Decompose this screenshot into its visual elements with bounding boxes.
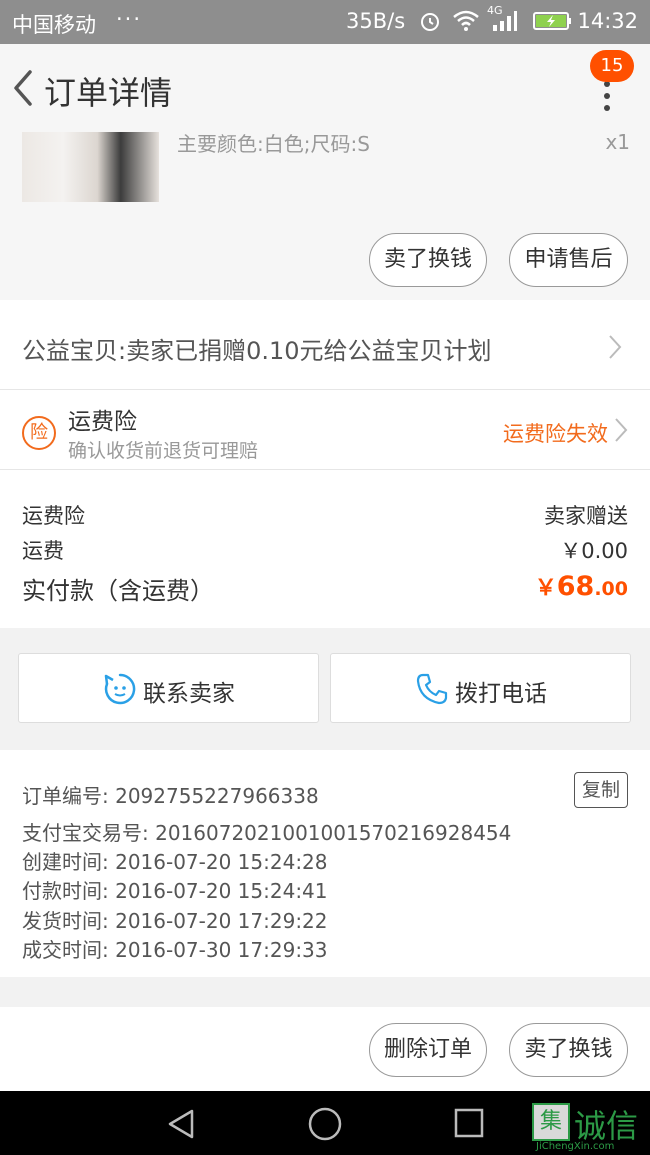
chevron-right-icon bbox=[615, 418, 628, 442]
wifi-icon bbox=[453, 10, 479, 31]
page-title: 订单详情 bbox=[44, 74, 173, 112]
product-sku: 主要颜色:白色;尺码:S bbox=[177, 132, 370, 156]
order-info: 订单编号: 2092755227966338 复制 支付宝交易号: 201607… bbox=[0, 750, 650, 977]
nav-recents-icon[interactable] bbox=[453, 1107, 485, 1139]
product-item[interactable]: 主要颜色:白色;尺码:S x1 卖了换钱 申请售后 bbox=[0, 130, 650, 300]
fee-value-insurance: 卖家赠送 bbox=[544, 504, 628, 528]
contact-seller-button[interactable]: 联系卖家 bbox=[18, 653, 319, 723]
copy-button[interactable]: 复制 bbox=[574, 772, 628, 808]
alarm-icon bbox=[421, 13, 439, 31]
total-amount: ￥68.00 bbox=[535, 570, 628, 602]
total-decimal: .00 bbox=[594, 578, 628, 600]
bottom-action-bar: 删除订单 卖了换钱 bbox=[0, 1007, 650, 1091]
insurance-icon: 险 bbox=[22, 416, 56, 450]
contact-seller-label: 联系卖家 bbox=[143, 681, 235, 707]
after-sale-button[interactable]: 申请售后 bbox=[509, 233, 628, 287]
created-time: 创建时间: 2016-07-20 15:24:28 bbox=[22, 850, 328, 874]
completed-time: 成交时间: 2016-07-30 17:29:33 bbox=[22, 938, 328, 962]
fee-value-shipping: ￥0.00 bbox=[560, 539, 628, 563]
total-currency: ￥ bbox=[534, 576, 557, 601]
insurance-title: 运费险 bbox=[68, 409, 137, 435]
clock: 14:32 bbox=[577, 9, 638, 33]
fee-summary: 运费险 卖家赠送 运费 ￥0.00 实付款（含运费） ￥68.00 bbox=[0, 470, 650, 628]
contact-area: 联系卖家 拨打电话 bbox=[0, 643, 650, 735]
total-integer: 68 bbox=[556, 571, 595, 602]
watermark-logo: 集 bbox=[532, 1103, 570, 1141]
alipay-trade-number: 支付宝交易号: 2016072021001001570216928454 bbox=[22, 821, 512, 845]
call-button[interactable]: 拨打电话 bbox=[330, 653, 631, 723]
fee-label-shipping: 运费 bbox=[22, 539, 64, 563]
watermark-url: JiChengXin.com bbox=[536, 1141, 615, 1152]
more-vertical-icon[interactable] bbox=[590, 76, 624, 116]
insurance-subtitle: 确认收货前退货可理赔 bbox=[68, 440, 259, 462]
watermark: 集 诚信 JiChengXin.com bbox=[532, 1103, 648, 1153]
chat-face-icon bbox=[104, 673, 136, 705]
resell-button[interactable]: 卖了换钱 bbox=[369, 233, 487, 287]
notification-dots: ··· bbox=[116, 7, 143, 31]
insurance-row[interactable]: 险 运费险 确认收货前退货可理赔 运费险失效 bbox=[0, 390, 650, 470]
battery-charging-icon bbox=[533, 12, 571, 30]
app-header: 订单详情 15 bbox=[0, 44, 650, 132]
phone-icon bbox=[416, 673, 448, 705]
notification-badge: 15 bbox=[590, 50, 634, 82]
charity-row[interactable]: 公益宝贝:卖家已捐赠0.10元给公益宝贝计划 bbox=[0, 300, 650, 390]
total-label: 实付款（含运费） bbox=[22, 577, 214, 605]
nav-back-icon[interactable] bbox=[164, 1107, 198, 1141]
delete-order-button[interactable]: 删除订单 bbox=[369, 1023, 487, 1077]
paid-time: 付款时间: 2016-07-20 15:24:41 bbox=[22, 879, 328, 903]
signal-icon bbox=[493, 11, 517, 31]
resell-button-bottom[interactable]: 卖了换钱 bbox=[509, 1023, 628, 1077]
fee-label-insurance: 运费险 bbox=[22, 504, 85, 528]
order-number: 订单编号: 2092755227966338 bbox=[22, 784, 319, 808]
status-bar: 中国移动 ··· 35B/s 4G 14:32 bbox=[0, 0, 650, 44]
shipped-time: 发货时间: 2016-07-20 17:29:22 bbox=[22, 909, 328, 933]
product-thumbnail[interactable] bbox=[22, 132, 159, 202]
nav-home-icon[interactable] bbox=[307, 1106, 343, 1142]
charity-text: 公益宝贝:卖家已捐赠0.10元给公益宝贝计划 bbox=[22, 337, 492, 365]
insurance-status: 运费险失效 bbox=[503, 422, 608, 446]
call-label: 拨打电话 bbox=[455, 681, 547, 707]
carrier-name: 中国移动 bbox=[12, 13, 96, 37]
network-speed: 35B/s bbox=[346, 9, 406, 33]
back-arrow-icon[interactable] bbox=[10, 66, 40, 110]
chevron-right-icon bbox=[609, 335, 622, 359]
product-quantity: x1 bbox=[605, 130, 630, 154]
